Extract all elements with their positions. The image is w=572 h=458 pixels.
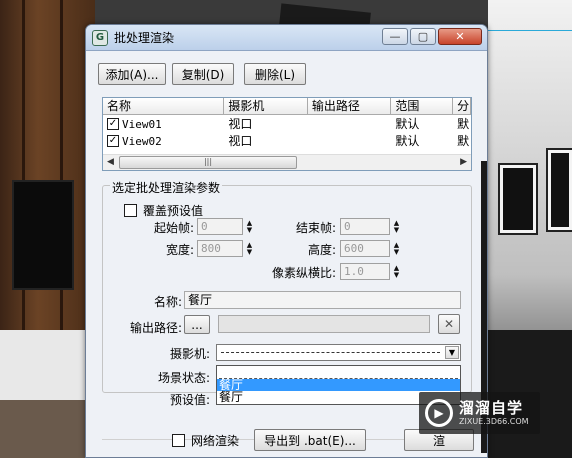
app-icon: G [92,29,108,46]
spinner-arrows-icon[interactable]: ▲ ▼ [391,240,402,257]
pixel-aspect-field[interactable]: 1.0 [340,263,390,280]
width-field[interactable]: 800 [197,240,243,257]
tv-cabinet [0,330,95,400]
column-header-name[interactable]: 名称 [103,98,225,114]
window-title: 批处理渲染 [114,31,175,45]
row-range: 默认 [395,117,420,131]
height-field[interactable]: 600 [340,240,390,257]
row-checkbox[interactable]: ✓ [107,135,119,147]
add-button[interactable]: 添加(A)... [98,63,166,85]
row-extra: 默 [457,134,470,148]
scroll-left-icon[interactable]: ◀ [107,157,114,167]
params-group-title: 选定批处理渲染参数 [110,179,223,196]
start-frame-spinner[interactable]: 0 ▲ ▼ [197,218,255,235]
net-render-row[interactable]: 网络渲染 [172,432,239,449]
spinner-arrows-icon[interactable]: ▲ ▼ [244,240,255,257]
list-item[interactable]: ✓ View01 视口 默认 默 [103,115,471,132]
row-extra: 默 [457,117,470,131]
browse-button[interactable]: ... [184,315,210,334]
horizontal-scrollbar[interactable]: ◀ ||| ▶ [103,154,471,170]
export-bat-button[interactable]: 导出到 .bat(E)... [254,429,366,451]
end-frame-label: 结束帧: [295,221,336,235]
pixel-aspect-label: 像素纵横比: [271,266,336,280]
row-camera: 视口 [228,117,253,131]
name-field[interactable]: 餐厅 [184,291,461,309]
row-camera: 视口 [228,134,253,148]
override-preset-label: 覆盖预设值 [143,204,204,218]
minimize-icon: — [389,30,401,43]
scroll-thumb[interactable]: ||| [119,156,297,169]
output-path-label: 输出路径: [129,321,182,335]
maximize-button[interactable]: ▢ [410,28,436,45]
scroll-right-icon[interactable]: ▶ [460,157,467,167]
spinner-arrows-icon[interactable]: ▲ ▼ [244,218,255,235]
batch-list[interactable]: 名称 摄影机 输出路径 范围 分 ✓ View01 视口 默认 默 ✓ View02… [102,97,472,171]
copy-button[interactable]: 复制(D) [172,63,234,85]
watermark-url: ZIXUE.3D66.COM [459,416,529,426]
row-name: View02 [122,134,162,148]
column-header-camera[interactable]: 摄影机 [224,98,308,114]
list-header: 名称 摄影机 输出路径 范围 分 [103,98,471,115]
override-preset-checkbox[interactable] [124,204,137,217]
close-button[interactable]: ✕ [438,28,482,45]
net-render-checkbox[interactable] [172,434,185,447]
watermark-brand: 溜溜自学 [459,398,524,417]
camera-dropdown[interactable]: ▼ [216,344,461,361]
list-item[interactable]: ✓ View02 视口 默认 默 [103,132,471,149]
name-label: 名称: [153,295,182,309]
column-header-range[interactable]: 范围 [391,98,454,114]
picture-frame [498,163,538,235]
picture-frame [546,148,572,232]
net-render-label: 网络渲染 [191,434,240,448]
spinner-arrows-icon[interactable]: ▲ ▼ [391,263,402,280]
brand-logo-icon: ▶ [425,399,453,427]
row-checkbox[interactable]: ✓ [107,118,119,130]
column-header-extra[interactable]: 分 [453,98,471,114]
preset-label: 预设值: [169,393,210,407]
maximize-icon: ▢ [417,30,429,43]
height-spinner[interactable]: 600 ▲ ▼ [340,240,402,257]
end-frame-field[interactable]: 0 [340,218,390,235]
camera-label: 摄影机: [169,347,210,361]
height-label: 高度: [307,243,336,257]
clear-icon: ✕ [443,317,455,331]
floor [0,400,95,458]
scene-state-label: 场景状态: [157,371,210,385]
delete-button[interactable]: 删除(L) [244,63,306,85]
row-name: View01 [122,117,162,131]
start-frame-field[interactable]: 0 [197,218,243,235]
end-frame-spinner[interactable]: 0 ▲ ▼ [340,218,402,235]
spinner-arrows-icon[interactable]: ▲ ▼ [391,218,402,235]
pixel-aspect-spinner[interactable]: 1.0 ▲ ▼ [340,263,402,280]
close-icon: ✕ [455,30,465,43]
override-preset-row[interactable]: 覆盖预设值 [124,202,203,219]
dropdown-option[interactable]: 餐厅 [217,379,460,391]
minimize-button[interactable]: — [382,28,408,45]
start-frame-label: 起始帧: [153,221,194,235]
clear-path-button[interactable]: ✕ [438,314,460,334]
width-spinner[interactable]: 800 ▲ ▼ [197,240,255,257]
width-label: 宽度: [165,243,194,257]
output-path-field[interactable] [218,315,430,333]
chevron-down-icon[interactable]: ▼ [445,346,459,359]
column-header-output-path[interactable]: 输出路径 [308,98,392,114]
watermark: ▶ 溜溜自学 ZIXUE.3D66.COM [419,392,540,434]
tv-screen [12,180,74,290]
row-range: 默认 [395,134,420,148]
title-bar[interactable]: G 批处理渲染 — ▢ ✕ [86,25,487,51]
